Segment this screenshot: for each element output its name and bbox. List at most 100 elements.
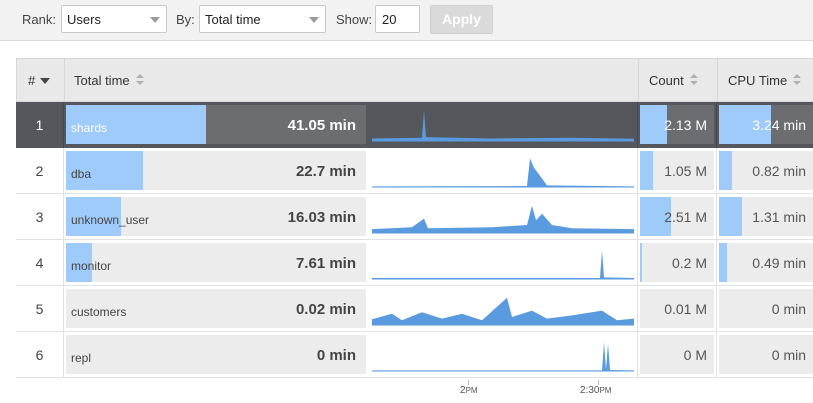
row-divider <box>637 194 638 240</box>
chevron-down-icon <box>150 17 160 23</box>
header-total-time[interactable]: Total time <box>74 73 144 88</box>
user-name: repl <box>71 351 92 365</box>
time-sparkline <box>372 297 634 326</box>
row-divider <box>63 286 64 332</box>
user-name: monitor <box>71 259 112 273</box>
cpu-time-cell: 0 min <box>719 335 813 374</box>
count-bar <box>640 105 667 144</box>
time-axis: 2PM 2:30PM <box>16 380 813 403</box>
sort-icon <box>793 74 802 86</box>
by-label: By: <box>176 12 195 27</box>
cpu-time-cell: 1.31 min <box>719 197 813 236</box>
cpu-time-value: 3.24 min <box>752 117 806 133</box>
by-select-value: Total time <box>205 12 261 27</box>
row-divider <box>63 102 64 148</box>
rank-select[interactable]: Users <box>61 5 167 33</box>
sparkline-area <box>372 297 634 325</box>
row-divider <box>716 240 717 286</box>
time-sparkline <box>372 250 634 280</box>
rank-select-value: Users <box>67 12 101 27</box>
total-time-value: 16.03 min <box>287 209 356 226</box>
sort-icon <box>689 74 698 86</box>
apply-button[interactable]: Apply <box>430 5 493 34</box>
header-total-time-label: Total time <box>74 73 130 88</box>
time-sparkline <box>372 342 634 372</box>
sparkline-area <box>372 205 634 233</box>
time-sparkline <box>372 158 634 188</box>
ranking-table: # Total time Count CPU Time 1 shards 41.05… <box>16 58 813 403</box>
header-count[interactable]: Count <box>649 73 698 88</box>
total-time-cell: repl 0 min <box>66 335 366 374</box>
toolbar: Rank: Users By: Total time Show: 20 Appl… <box>0 0 813 41</box>
sort-icon <box>135 74 144 86</box>
total-time-value: 0 min <box>316 347 356 364</box>
time-sparkline <box>372 110 634 142</box>
header-cpu-time[interactable]: CPU Time <box>728 73 802 88</box>
header-num[interactable]: # <box>28 73 51 88</box>
table-row[interactable]: 3 unknown_user 16.03 min 2.51 M 1.31 min <box>16 194 813 240</box>
user-name: customers <box>71 305 127 319</box>
row-number: 6 <box>35 347 44 363</box>
row-number: 2 <box>35 163 44 179</box>
by-select[interactable]: Total time <box>199 5 326 33</box>
cpu-time-value: 0 min <box>771 301 806 317</box>
time-tick-2pm: 2PM <box>460 385 478 396</box>
row-divider <box>716 332 717 378</box>
show-input[interactable]: 20 <box>375 5 420 33</box>
total-time-cell: shards 41.05 min <box>66 105 366 144</box>
cpu-time-bar <box>719 243 727 282</box>
row-divider <box>637 102 638 148</box>
rank-label: Rank: <box>22 12 56 27</box>
row-divider <box>637 332 638 378</box>
time-sparkline <box>372 205 634 234</box>
count-value: 2.51 M <box>664 209 707 225</box>
header-cpu-time-label: CPU Time <box>728 73 788 88</box>
row-divider <box>637 148 638 194</box>
count-bar <box>640 151 653 190</box>
total-time-cell: unknown_user 16.03 min <box>66 197 366 236</box>
header-count-label: Count <box>649 73 684 88</box>
user-name: unknown_user <box>71 213 150 227</box>
total-time-cell: customers 0.02 min <box>66 289 366 328</box>
row-number: 1 <box>35 117 44 133</box>
total-time-value: 0.02 min <box>295 301 356 318</box>
header-divider <box>64 59 65 103</box>
count-value: 2.13 M <box>664 117 707 133</box>
total-time-cell: monitor 7.61 min <box>66 243 366 282</box>
table-header: # Total time Count CPU Time <box>16 58 813 103</box>
chevron-down-icon <box>309 17 319 23</box>
table-row[interactable]: 6 repl 0 min 0 M 0 min <box>16 332 813 378</box>
user-name: dba <box>71 167 92 181</box>
cpu-time-cell: 0.49 min <box>719 243 813 282</box>
row-divider <box>716 194 717 240</box>
table-row[interactable]: 4 monitor 7.61 min 0.2 M 0.49 min <box>16 240 813 286</box>
count-bar <box>640 243 642 282</box>
row-divider <box>63 194 64 240</box>
header-divider <box>717 59 718 103</box>
time-tick-230pm: 2:30PM <box>580 385 612 396</box>
row-divider <box>637 286 638 332</box>
sparkline-area <box>372 342 634 371</box>
total-time-value: 7.61 min <box>295 255 356 272</box>
cpu-time-value: 0 min <box>771 347 806 363</box>
table-row[interactable]: 2 dba 22.7 min 1.05 M 0.82 min <box>16 148 813 194</box>
count-cell: 2.13 M <box>640 105 714 144</box>
table-row[interactable]: 5 customers 0.02 min 0.01 M 0 min <box>16 286 813 332</box>
row-number: 4 <box>35 255 44 271</box>
sparkline-area <box>372 250 634 279</box>
row-divider <box>716 286 717 332</box>
sparkline-area <box>372 158 634 187</box>
cpu-time-bar <box>719 197 742 236</box>
row-divider <box>63 148 64 194</box>
cpu-time-bar <box>719 151 732 190</box>
count-value: 0.2 M <box>671 255 707 271</box>
row-divider <box>637 240 638 286</box>
header-num-label: # <box>28 73 36 88</box>
count-value: 0.01 M <box>664 301 707 317</box>
count-cell: 0 M <box>640 335 714 374</box>
table-row[interactable]: 1 shards 41.05 min 2.13 M 3.24 min <box>16 102 813 148</box>
total-time-value: 41.05 min <box>287 117 356 134</box>
row-divider <box>63 332 64 378</box>
content-area: # Total time Count CPU Time 1 shards 41.05… <box>0 41 813 403</box>
cpu-time-value: 0.82 min <box>752 163 806 179</box>
